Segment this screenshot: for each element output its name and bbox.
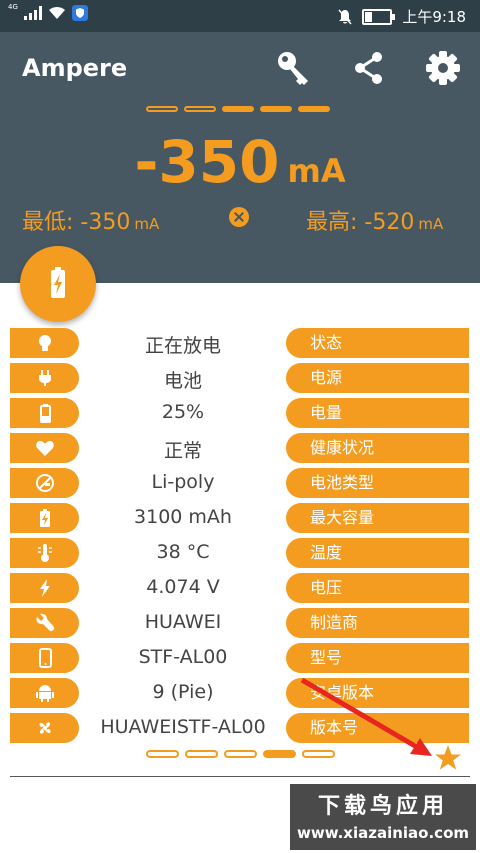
list-item: HUAWEI 制造商 bbox=[0, 608, 480, 638]
signal-icon bbox=[23, 6, 42, 20]
divider bbox=[10, 776, 470, 777]
gear-icon[interactable] bbox=[423, 48, 463, 88]
row-label: 健康状况 bbox=[286, 433, 469, 463]
row-label: 电量 bbox=[286, 398, 469, 428]
page-dot-active[interactable] bbox=[222, 106, 254, 112]
row-icon-tab bbox=[10, 713, 79, 743]
row-icon-tab bbox=[10, 608, 79, 638]
battery-charging-icon bbox=[40, 509, 50, 527]
min-value: 最低: -350 bbox=[22, 210, 131, 235]
row-label: 电源 bbox=[286, 363, 469, 393]
page-dot[interactable] bbox=[184, 106, 216, 112]
bulb-icon bbox=[39, 335, 51, 351]
max-unit: mA bbox=[418, 215, 444, 233]
android-icon bbox=[36, 685, 54, 702]
page-dot-active[interactable] bbox=[260, 106, 292, 112]
reset-minmax-icon[interactable] bbox=[229, 207, 249, 227]
row-value: HUAWEI bbox=[144, 611, 222, 633]
row-value: 正在放电 bbox=[144, 335, 221, 357]
share-icon[interactable] bbox=[349, 48, 389, 88]
row-label: 制造商 bbox=[286, 608, 469, 638]
row-label: 电压 bbox=[286, 573, 469, 603]
list-item: 38 °C 温度 bbox=[0, 538, 480, 568]
max-reading: 最高: -520 mA bbox=[306, 204, 443, 236]
row-value: 3100 mAh bbox=[134, 506, 232, 528]
min-reading: 最低: -350 mA bbox=[22, 204, 159, 236]
key-icon[interactable] bbox=[274, 48, 314, 88]
row-label: 状态 bbox=[286, 328, 469, 358]
row-value: 正常 bbox=[163, 440, 202, 462]
list-item: 正在放电 状态 bbox=[0, 328, 480, 358]
current-reading: -350 mA bbox=[0, 128, 480, 196]
list-item: 4.074 V 电压 bbox=[0, 573, 480, 603]
row-value: Li-poly bbox=[151, 471, 215, 493]
shield-icon bbox=[71, 5, 88, 21]
list-item: 3100 mAh 最大容量 bbox=[0, 503, 480, 533]
row-value: HUAWEISTF-AL00 bbox=[100, 716, 266, 738]
star-icon[interactable] bbox=[434, 744, 462, 772]
plug-icon bbox=[39, 370, 51, 386]
watermark: 下载鸟应用 www.xiazainiao.com bbox=[290, 784, 476, 850]
watermark-url: www.xiazainiao.com bbox=[296, 824, 470, 842]
row-value: 电池 bbox=[163, 370, 202, 392]
heart-icon bbox=[36, 440, 54, 456]
row-label: 型号 bbox=[286, 643, 469, 673]
row-value: STF-AL00 bbox=[138, 646, 228, 668]
battery-type-icon bbox=[36, 474, 54, 492]
status-bar: 4G 上午9:18 bbox=[0, 0, 480, 32]
row-icon-tab bbox=[10, 678, 79, 708]
row-label: 电池类型 bbox=[286, 468, 469, 498]
thermometer-icon bbox=[38, 544, 52, 562]
page-indicator-top bbox=[146, 106, 330, 112]
list-item: 25% 电量 bbox=[0, 398, 480, 428]
battery-fab-button[interactable] bbox=[20, 246, 96, 322]
page-dot[interactable] bbox=[224, 750, 257, 758]
wifi-icon bbox=[48, 6, 65, 19]
row-icon-tab bbox=[10, 433, 79, 463]
row-icon-tab bbox=[10, 398, 79, 428]
row-icon-tab bbox=[10, 503, 79, 533]
row-icon-tab bbox=[10, 538, 79, 568]
battery-status-icon bbox=[362, 8, 396, 25]
row-icon-tab bbox=[10, 363, 79, 393]
min-unit: mA bbox=[134, 215, 160, 233]
row-label: 最大容量 bbox=[286, 503, 469, 533]
list-item: 电池 电源 bbox=[0, 363, 480, 393]
row-label: 温度 bbox=[286, 538, 469, 568]
row-value: 9 (Pie) bbox=[152, 681, 214, 703]
row-icon-tab bbox=[10, 573, 79, 603]
list-item: STF-AL00 型号 bbox=[0, 643, 480, 673]
page-dot[interactable] bbox=[185, 750, 218, 758]
battery-charging-icon bbox=[51, 267, 65, 298]
fan-icon bbox=[39, 722, 51, 734]
wrench-icon bbox=[36, 613, 55, 632]
phone-icon bbox=[39, 648, 52, 668]
list-item: 正常 健康状况 bbox=[0, 433, 480, 463]
page-dot[interactable] bbox=[146, 106, 178, 112]
lightning-icon bbox=[40, 579, 50, 597]
current-value: -350 bbox=[134, 128, 280, 196]
app-title: Ampere bbox=[22, 54, 128, 82]
current-unit: mA bbox=[287, 152, 346, 190]
watermark-title: 下载鸟应用 bbox=[317, 794, 448, 819]
network-type: 4G bbox=[8, 3, 18, 11]
row-icon-tab bbox=[10, 643, 79, 673]
row-icon-tab bbox=[10, 468, 79, 498]
max-value: 最高: -520 bbox=[306, 210, 415, 235]
page-dot-active[interactable] bbox=[298, 106, 330, 112]
status-time: 上午9:18 bbox=[402, 8, 466, 26]
row-value: 38 °C bbox=[156, 541, 210, 563]
row-icon-tab bbox=[10, 328, 79, 358]
battery-icon bbox=[40, 404, 51, 423]
row-value: 4.074 V bbox=[146, 576, 220, 598]
list-item: Li-poly 电池类型 bbox=[0, 468, 480, 498]
page-dot[interactable] bbox=[146, 750, 179, 758]
row-value: 25% bbox=[161, 401, 205, 423]
mute-bell-icon bbox=[338, 9, 352, 24]
